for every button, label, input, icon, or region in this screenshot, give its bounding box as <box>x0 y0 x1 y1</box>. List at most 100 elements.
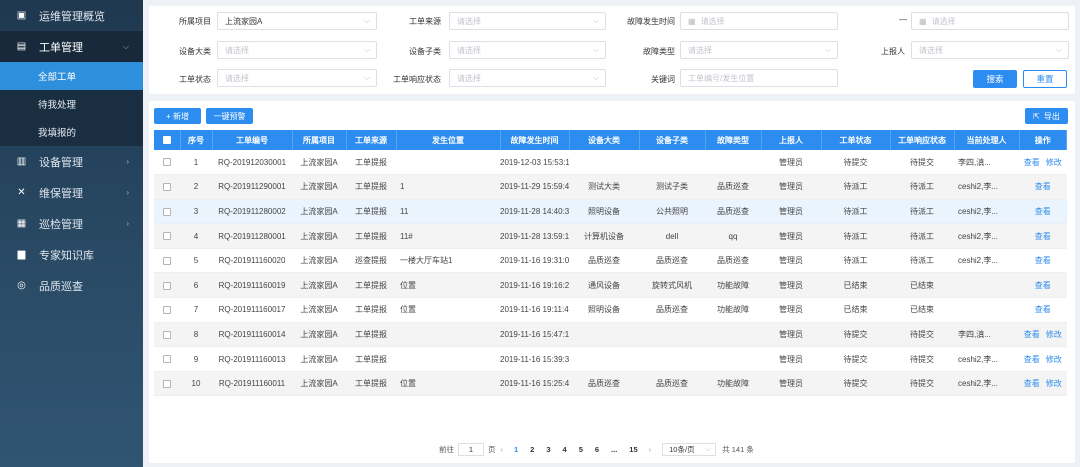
row-select-cell[interactable] <box>154 346 180 372</box>
cell-loc <box>396 322 500 348</box>
cell-handler: ceshi2,李... <box>954 223 1019 249</box>
sidebar-subitem-2[interactable]: 待我处理 <box>0 90 143 118</box>
cell-actions: 查看 <box>1019 248 1067 274</box>
page-size-select[interactable]: 10条/页 ⌵ <box>662 442 717 456</box>
row-checkbox[interactable] <box>163 207 171 216</box>
row-checkbox[interactable] <box>163 232 171 241</box>
table-row[interactable]: 3 RQ-201911280002 上流家园A 工单提报 11 2019-11-28 14… <box>154 199 1067 225</box>
row-checkbox[interactable] <box>163 158 171 167</box>
view-link[interactable]: 查看 <box>1035 281 1051 290</box>
table-row[interactable]: 9 RQ-201911160013 上流家园A 工单提报 2019-11-16 15:3… <box>154 346 1067 372</box>
view-link[interactable]: 查看 <box>1035 207 1051 216</box>
cell-source: 工单提报 <box>346 199 396 225</box>
row-select-cell[interactable] <box>154 223 180 249</box>
row-select-cell[interactable] <box>154 199 180 225</box>
row-checkbox[interactable] <box>163 330 171 339</box>
source-select[interactable]: 请选择 ⌵ <box>449 12 606 30</box>
reset-button[interactable]: 重置 <box>1023 70 1067 88</box>
row-select-cell[interactable] <box>154 150 180 176</box>
sidebar-item-4[interactable]: ✕ 维保管理 › <box>0 177 143 208</box>
status-select[interactable]: 请选择 ⌵ <box>217 69 377 87</box>
select-all-cell[interactable] <box>154 130 181 150</box>
row-select-cell[interactable] <box>154 248 180 274</box>
remind-button[interactable]: 一键预警 <box>206 108 253 124</box>
sidebar-item-1[interactable]: ▣ 运维管理概览 <box>0 0 143 31</box>
fault-time-start[interactable]: ▦ 请选择 <box>680 12 838 30</box>
page-number[interactable]: 15 <box>629 445 637 454</box>
view-link[interactable]: 查看 <box>1024 158 1040 167</box>
row-select-cell[interactable] <box>154 297 180 323</box>
sidebar-subitem-1[interactable]: 全部工单 <box>0 62 143 90</box>
table-row[interactable]: 10 RQ-201911160011 上流家园A 工单提报 位置 2019-11-16 1… <box>154 371 1067 397</box>
column-header: 发生位置 <box>396 130 501 150</box>
category-select[interactable]: 请选择 ⌵ <box>217 41 377 59</box>
cell-resp: 待提交 <box>890 322 954 348</box>
prev-page-icon[interactable]: ‹ <box>501 445 504 454</box>
view-link[interactable]: 查看 <box>1035 305 1051 314</box>
cell-handler: ceshi2,李... <box>954 346 1019 372</box>
table-row[interactable]: 1 RQ-201912030001 上流家园A 工单提报 2019-12-03 15:5… <box>154 150 1067 176</box>
table-row[interactable]: 7 RQ-201911160017 上流家园A 工单提报 位置 2019-11-16 19… <box>154 297 1067 323</box>
sidebar-item-7[interactable]: ◎ 品质巡查 <box>0 270 143 301</box>
view-link[interactable]: 查看 <box>1024 355 1040 364</box>
table-row[interactable]: 6 RQ-201911160019 上流家园A 工单提报 位置 2019-11-16 19… <box>154 272 1067 299</box>
add-button[interactable]: + 新增 <box>154 108 201 124</box>
keyword-input[interactable]: 工单编号/发生位置 <box>680 69 838 87</box>
page-number[interactable]: 1 <box>514 445 518 454</box>
view-link[interactable]: 查看 <box>1035 256 1051 265</box>
row-checkbox[interactable] <box>163 355 171 364</box>
row-checkbox[interactable] <box>163 183 171 192</box>
export-button[interactable]: ⇱ 导出 <box>1025 108 1068 124</box>
sidebar-item-2[interactable]: ▤ 工单管理 ⌵ <box>0 31 143 62</box>
search-button[interactable]: 搜索 <box>973 70 1017 88</box>
page-number[interactable]: 5 <box>579 445 583 454</box>
fault-time-end[interactable]: ▦ 请选择 <box>911 12 1069 30</box>
table-row[interactable]: 5 RQ-201911160020 上流家园A 巡查提报 一楼大厅车站1 2019-11-… <box>154 248 1067 274</box>
row-checkbox[interactable] <box>163 380 171 389</box>
row-checkbox[interactable] <box>163 281 171 290</box>
row-checkbox[interactable] <box>163 257 171 266</box>
cell-cat: 通风设备 <box>569 272 639 299</box>
row-select-cell[interactable] <box>154 371 180 397</box>
row-checkbox[interactable] <box>163 306 171 315</box>
subcategory-select[interactable]: 请选择 ⌵ <box>449 41 606 59</box>
table-row[interactable]: 8 RQ-201911160014 上流家园A 工单提报 2019-11-16 15:4… <box>154 322 1067 348</box>
edit-link[interactable]: 修改 <box>1046 379 1062 388</box>
cell-project: 上流家园A <box>292 223 346 249</box>
sidebar-item-5[interactable]: ▦ 巡检管理 › <box>0 208 143 239</box>
sidebar-item-6[interactable]: ▆ 专家知识库 <box>0 239 143 270</box>
page-number[interactable]: 4 <box>563 445 567 454</box>
page-number[interactable]: 2 <box>530 445 534 454</box>
edit-link[interactable]: 修改 <box>1046 158 1062 167</box>
next-page-icon[interactable]: › <box>649 445 652 454</box>
page-number[interactable]: 6 <box>595 445 599 454</box>
table-row[interactable]: 4 RQ-201911280001 上流家园A 工单提报 11# 2019-11-28 1… <box>154 223 1067 249</box>
table-row[interactable]: 2 RQ-201911290001 上流家园A 工单提报 1 2019-11-29 15:… <box>154 174 1067 200</box>
row-select-cell[interactable] <box>154 322 180 348</box>
page-number[interactable]: 3 <box>546 445 550 454</box>
cell-ftype: 品质巡查 <box>705 199 761 225</box>
cell-no: 7 <box>180 297 212 323</box>
view-link[interactable]: 查看 <box>1024 330 1040 339</box>
page-ellipsis[interactable]: ... <box>611 445 617 454</box>
sidebar-subitem-3[interactable]: 我填报的 <box>0 118 143 146</box>
resp-status-select[interactable]: 请选择 ⌵ <box>449 69 606 87</box>
edit-link[interactable]: 修改 <box>1046 330 1062 339</box>
edit-link[interactable]: 修改 <box>1046 355 1062 364</box>
view-link[interactable]: 查看 <box>1024 379 1040 388</box>
project-label: 所属项目 <box>179 17 211 26</box>
reporter-select[interactable]: 请选择 ⌵ <box>911 41 1069 59</box>
view-link[interactable]: 查看 <box>1035 182 1051 191</box>
sidebar-item-3[interactable]: ▥ 设备管理 › <box>0 146 143 177</box>
sidebar-item-label: 维保管理 <box>39 187 83 200</box>
row-select-cell[interactable] <box>154 174 180 200</box>
view-link[interactable]: 查看 <box>1035 232 1051 241</box>
cell-project: 上流家园A <box>292 322 346 348</box>
work-order-table: 序号 工单编号 所属项目 工单来源 发生位置 故障发生时间 设备大类 设备子类 故障类型 上报人工… <box>154 130 1067 397</box>
select-all-checkbox[interactable] <box>162 136 171 145</box>
project-select[interactable]: 上流家园A ⌵ <box>217 12 377 30</box>
cell-code: RQ-201912030001 <box>212 150 292 176</box>
goto-page-input[interactable]: 1 <box>458 442 484 456</box>
row-select-cell[interactable] <box>154 272 180 299</box>
fault-type-select[interactable]: 请选择 ⌵ <box>680 41 838 59</box>
